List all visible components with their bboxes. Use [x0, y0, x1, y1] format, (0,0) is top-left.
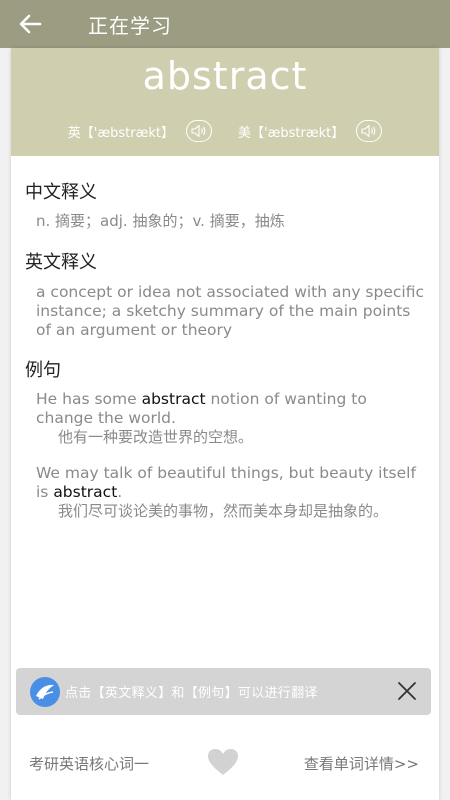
uk-speaker-button[interactable]	[186, 120, 212, 142]
translation-tip-toast: 点击【英文释义】和【例句】可以进行翻译	[16, 668, 431, 715]
chinese-definition-title: 中文释义	[25, 182, 97, 203]
us-phonetic: 美【'æbstrækt】	[238, 120, 383, 142]
uk-phonetic-label: 英【'æbstrækt】	[67, 125, 174, 141]
app-logo-icon	[30, 676, 60, 707]
example-translation: 我们尽可谈论美的事物，然而美本身却是抽象的。	[58, 502, 389, 520]
english-definition-section[interactable]: 英文释义 a concept or idea not associated wi…	[11, 248, 439, 340]
word-title: abstract	[142, 54, 308, 98]
arrow-left-icon	[19, 14, 42, 34]
back-button[interactable]	[0, 0, 60, 48]
speaker-icon	[191, 124, 206, 138]
bottom-bar: 考研英语核心词一 查看单词详情>>	[11, 743, 439, 783]
example-sentence: He has some abstract notion of wanting t…	[36, 390, 425, 428]
page-title: 正在学习	[88, 13, 172, 38]
close-icon[interactable]	[397, 681, 417, 701]
phonetics-row: 英【'æbstrækt】 美【'æbstrækt】	[11, 120, 439, 142]
top-app-bar: 正在学习	[0, 0, 450, 48]
examples-section[interactable]: 例句 He has some abstract notion of wantin…	[11, 356, 439, 521]
english-definition-title: 英文释义	[25, 252, 97, 273]
chinese-definition-section: 中文释义 n. 摘要；adj. 抽象的；v. 摘要，抽炼	[11, 178, 439, 231]
word-header: abstract 英【'æbstrækt】 美【'æbstrækt】	[11, 48, 439, 156]
uk-phonetic: 英【'æbstrækt】	[68, 120, 212, 142]
highlighted-word: abstract	[53, 483, 118, 501]
heart-icon[interactable]	[207, 748, 239, 776]
example-item[interactable]: We may talk of beautiful things, but bea…	[25, 464, 425, 521]
us-speaker-button[interactable]	[356, 120, 383, 142]
toast-message: 点击【英文释义】和【例句】可以进行翻译	[65, 686, 318, 701]
english-definition-text: a concept or idea not associated with an…	[36, 283, 424, 339]
example-text: He has some	[36, 390, 142, 408]
example-item[interactable]: He has some abstract notion of wanting t…	[25, 390, 425, 447]
example-translation: 他有一种要改造世界的空想。	[58, 428, 254, 446]
example-text: .	[117, 483, 123, 501]
examples-title: 例句	[25, 360, 61, 381]
view-details-link[interactable]: 查看单词详情>>	[304, 753, 419, 774]
us-phonetic-label: 美【'æbstrækt】	[238, 125, 345, 141]
speaker-icon	[361, 124, 376, 138]
example-sentence: We may talk of beautiful things, but bea…	[36, 464, 425, 502]
word-card: abstract 英【'æbstrækt】 美【'æbstrækt】 中文释义 …	[11, 48, 439, 800]
word-category: 考研英语核心词一	[29, 754, 150, 773]
chinese-definition-text: n. 摘要；adj. 抽象的；v. 摘要，抽炼	[36, 212, 285, 230]
highlighted-word: abstract	[141, 390, 206, 408]
